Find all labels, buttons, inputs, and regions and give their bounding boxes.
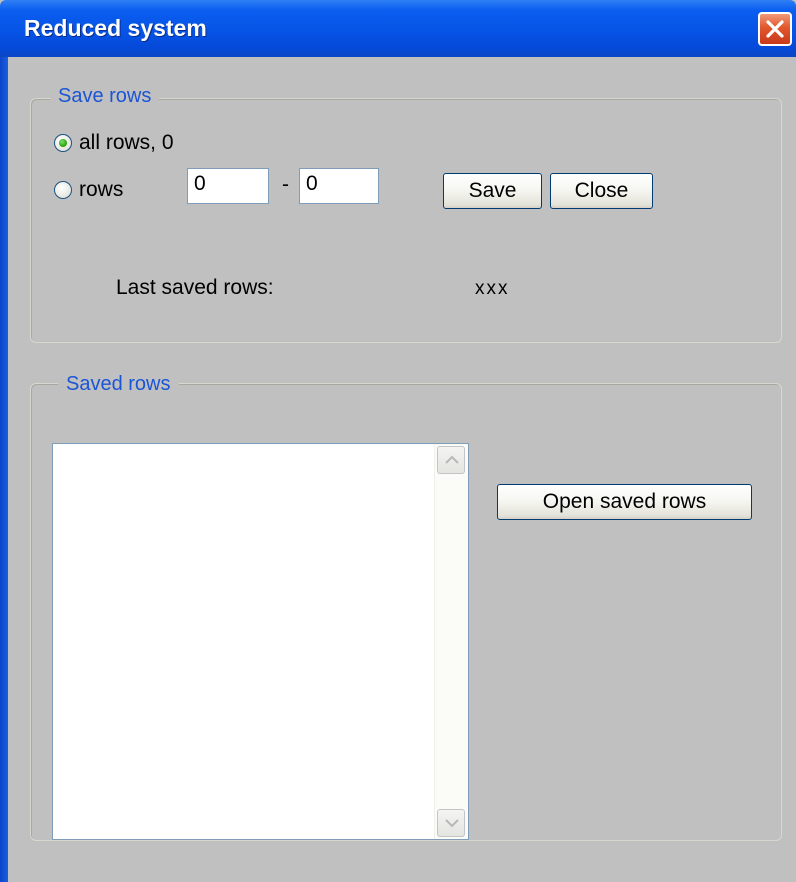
rows-to-input[interactable]: 0 bbox=[299, 168, 379, 204]
title-bar[interactable]: Reduced system bbox=[0, 0, 796, 57]
open-saved-rows-button[interactable]: Open saved rows bbox=[497, 484, 752, 520]
close-button[interactable]: Close bbox=[550, 173, 653, 209]
last-saved-rows-label: Last saved rows: bbox=[116, 276, 274, 299]
close-window-button[interactable] bbox=[758, 12, 792, 46]
all-rows-option[interactable]: all rows, 0 bbox=[54, 131, 174, 155]
save-button[interactable]: Save bbox=[443, 173, 542, 209]
rows-range-option[interactable]: rows bbox=[54, 178, 123, 202]
saved-rows-listbox[interactable] bbox=[52, 443, 469, 840]
all-rows-label: all rows, 0 bbox=[79, 131, 174, 154]
rows-range-radio[interactable] bbox=[54, 181, 72, 199]
rows-from-input[interactable]: 0 bbox=[187, 168, 269, 204]
saved-rows-legend: Saved rows bbox=[58, 372, 179, 396]
window-left-border bbox=[0, 57, 8, 882]
scroll-down-button[interactable] bbox=[437, 809, 465, 837]
window-title: Reduced system bbox=[24, 15, 207, 41]
listbox-scrollbar[interactable] bbox=[434, 444, 468, 839]
rows-range-label: rows bbox=[79, 178, 124, 201]
all-rows-radio[interactable] bbox=[54, 134, 72, 152]
last-saved-rows-value: xxx bbox=[475, 278, 510, 299]
range-separator: - bbox=[282, 173, 289, 196]
scroll-up-button[interactable] bbox=[437, 446, 465, 474]
save-rows-legend: Save rows bbox=[50, 84, 160, 108]
dialog-window: Reduced system Save rows all rows, 0 row… bbox=[0, 0, 796, 882]
